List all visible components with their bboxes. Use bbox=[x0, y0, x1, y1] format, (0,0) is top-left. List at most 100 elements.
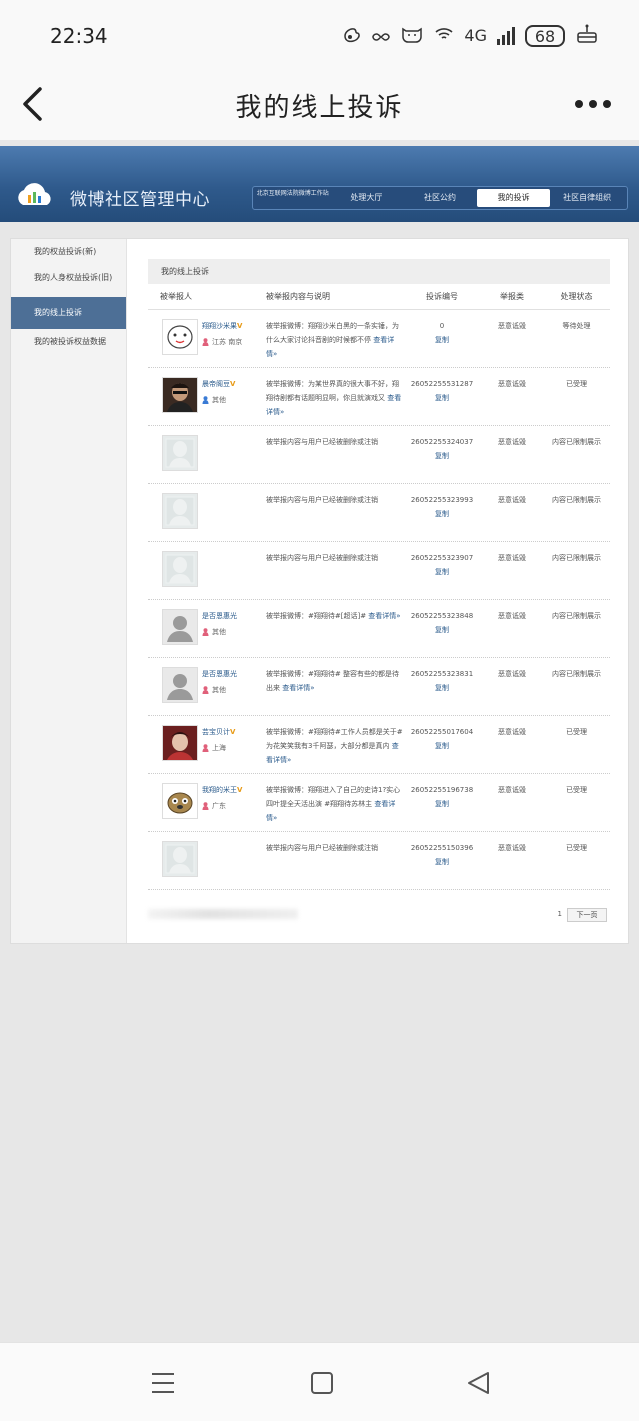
complaint-desc: 被举报内容与用户已经被删除或注销 bbox=[266, 844, 378, 852]
home-button[interactable] bbox=[310, 1371, 334, 1399]
reported-user-name[interactable]: 芸宝贝计V bbox=[202, 727, 253, 737]
col-header-user: 被举报人 bbox=[160, 292, 192, 301]
avatar[interactable] bbox=[162, 609, 198, 645]
battery-icon: 68 bbox=[525, 25, 565, 47]
next-page-button[interactable]: 下一页 bbox=[567, 908, 607, 922]
complaint-status: 内容已限制展示 bbox=[552, 612, 601, 620]
table-header: 被举报人 被举报内容与说明 投诉编号 举报类 处理状态 bbox=[148, 284, 610, 310]
female-gender-icon bbox=[202, 744, 209, 752]
avatar[interactable] bbox=[162, 783, 198, 819]
female-gender-icon bbox=[202, 628, 209, 636]
user-location: 上海 bbox=[202, 743, 253, 753]
complaint-number: 26052255531287 复制 bbox=[403, 368, 481, 425]
female-gender-icon bbox=[202, 338, 209, 346]
signal-icon bbox=[497, 27, 515, 45]
infinity-icon bbox=[372, 27, 391, 46]
pagination: 1 下一页 bbox=[148, 890, 610, 942]
copy-button[interactable]: 复制 bbox=[403, 449, 481, 463]
menu-button[interactable] bbox=[150, 1371, 176, 1399]
avatar[interactable] bbox=[162, 841, 198, 877]
nav-convention[interactable]: 社区公约 bbox=[403, 189, 477, 207]
table-row: 被举报内容与用户已经被删除或注销 26052255323907 复制 恶意诋毁 内… bbox=[148, 542, 610, 600]
complaint-status: 已受理 bbox=[566, 844, 587, 852]
copy-button[interactable]: 复制 bbox=[403, 739, 481, 753]
user-location: 其他 bbox=[202, 685, 253, 695]
complaint-type: 恶意诋毁 bbox=[498, 554, 526, 562]
complaint-type: 恶意诋毁 bbox=[498, 438, 526, 446]
col-header-desc: 被举报内容与说明 bbox=[266, 292, 330, 301]
complaint-type: 恶意诋毁 bbox=[498, 844, 526, 852]
user-info: 芸宝贝计V 上海 bbox=[202, 725, 253, 773]
table-row: 翔翔沙米果V 江苏 南京 被举报微博：翔翔沙米白黑的一条实锤，为什么大家讨论抖音… bbox=[148, 310, 610, 368]
avatar[interactable] bbox=[162, 725, 198, 761]
reported-user: 芸宝贝计V 上海 bbox=[148, 716, 253, 773]
nav-my-complaints[interactable]: 我的投诉 bbox=[476, 189, 551, 207]
nav-court-station[interactable]: 北京互联网法院微博工作站 bbox=[256, 189, 330, 207]
reported-user: 是否恩惠光 其他 bbox=[148, 658, 253, 715]
complaint-number: 26052255323848 复制 bbox=[403, 600, 481, 657]
reported-user-name[interactable]: 是否恩惠光 bbox=[202, 669, 253, 679]
more-button[interactable] bbox=[575, 100, 611, 108]
sidebar-item-rights-old[interactable]: 我的人身权益投诉(旧) bbox=[11, 265, 126, 291]
complaint-desc: 被举报内容与用户已经被删除或注销 bbox=[266, 496, 378, 504]
complaint-status: 已受理 bbox=[566, 728, 587, 736]
more-dots-icon bbox=[575, 100, 583, 108]
sidebar-item-complained-data[interactable]: 我的被投诉权益数据 bbox=[11, 329, 126, 355]
cat-icon bbox=[400, 25, 424, 47]
user-info: 晨帝阁豆V 其他 bbox=[202, 377, 253, 425]
complaint-number: 26052255196738 复制 bbox=[403, 774, 481, 831]
avatar[interactable] bbox=[162, 667, 198, 703]
complaint-type: 恶意诋毁 bbox=[498, 496, 526, 504]
sidebar: 我的权益投诉(新) 我的人身权益投诉(旧) 我的线上投诉 我的被投诉权益数据 bbox=[11, 239, 127, 943]
reported-user-name[interactable]: 晨帝阁豆V bbox=[202, 379, 253, 389]
avatar[interactable] bbox=[162, 435, 198, 471]
sidebar-item-online[interactable]: 我的线上投诉 bbox=[11, 297, 126, 329]
view-details-link[interactable]: 查看详情» bbox=[368, 612, 400, 620]
avatar[interactable] bbox=[162, 493, 198, 529]
page-number: 1 bbox=[557, 910, 562, 918]
user-location: 广东 bbox=[202, 801, 253, 811]
copy-button[interactable]: 复制 bbox=[403, 507, 481, 521]
reported-user bbox=[148, 484, 253, 541]
network-type: 4G bbox=[464, 26, 487, 45]
reported-user-name[interactable]: 是否恩惠光 bbox=[202, 611, 253, 621]
nav-self-regulation[interactable]: 社区自律组织 bbox=[550, 189, 624, 207]
complaint-status: 内容已限制展示 bbox=[552, 554, 601, 562]
table-row: 被举报内容与用户已经被删除或注销 26052255323993 复制 恶意诋毁 内… bbox=[148, 484, 610, 542]
copy-button[interactable]: 复制 bbox=[403, 391, 481, 405]
table-row: 是否恩惠光 其他 被举报微博：#翔翔待# 整容有些的都是待出来 查看详情» 26… bbox=[148, 658, 610, 716]
copy-button[interactable]: 复制 bbox=[403, 855, 481, 869]
verified-badge: V bbox=[237, 786, 243, 794]
complaint-type: 恶意诋毁 bbox=[498, 380, 526, 388]
copy-button[interactable]: 复制 bbox=[403, 333, 481, 347]
copy-button[interactable]: 复制 bbox=[403, 623, 481, 637]
col-header-type: 举报类 bbox=[500, 292, 524, 301]
user-location: 江苏 南京 bbox=[202, 337, 253, 347]
app-header: 我的线上投诉 bbox=[0, 70, 639, 140]
avatar[interactable] bbox=[162, 319, 198, 355]
copy-button[interactable]: 复制 bbox=[403, 681, 481, 695]
complaint-type: 恶意诋毁 bbox=[498, 322, 526, 330]
avatar[interactable] bbox=[162, 377, 198, 413]
reported-user-name[interactable]: 我翔的米王V bbox=[202, 785, 253, 795]
copy-button[interactable]: 复制 bbox=[403, 797, 481, 811]
copy-button[interactable]: 复制 bbox=[403, 565, 481, 579]
reported-user-name[interactable]: 翔翔沙米果V bbox=[202, 321, 253, 331]
reported-user: 翔翔沙米果V 江苏 南京 bbox=[148, 310, 253, 367]
complaint-number: 26052255017604 复制 bbox=[403, 716, 481, 773]
complaint-desc: 被举报微博：为某世界真的很大事不好，翔翔待剧都有话题明显啊，你且就演戏又 查看详… bbox=[266, 380, 402, 416]
avatar[interactable] bbox=[162, 551, 198, 587]
triangle-back-icon bbox=[468, 1372, 489, 1394]
status-time: 22:34 bbox=[50, 24, 108, 48]
nav-hall[interactable]: 处理大厅 bbox=[330, 189, 404, 207]
reported-user bbox=[148, 832, 253, 889]
cloud-logo-icon bbox=[18, 183, 51, 205]
view-details-link[interactable]: 查看详情» bbox=[282, 684, 314, 692]
complaint-desc: 被举报微博：翔翔沙米白黑的一条实锤，为什么大家讨论抖音剧的时候都不停 查看详情» bbox=[266, 322, 399, 358]
square-home-icon bbox=[311, 1372, 333, 1394]
verified-badge: V bbox=[230, 380, 236, 388]
reported-user bbox=[148, 426, 253, 483]
sidebar-item-rights-new[interactable]: 我的权益投诉(新) bbox=[11, 239, 126, 265]
back-nav-button[interactable] bbox=[466, 1371, 492, 1399]
table-row: 被举报内容与用户已经被删除或注销 26052255324037 复制 恶意诋毁 内… bbox=[148, 426, 610, 484]
